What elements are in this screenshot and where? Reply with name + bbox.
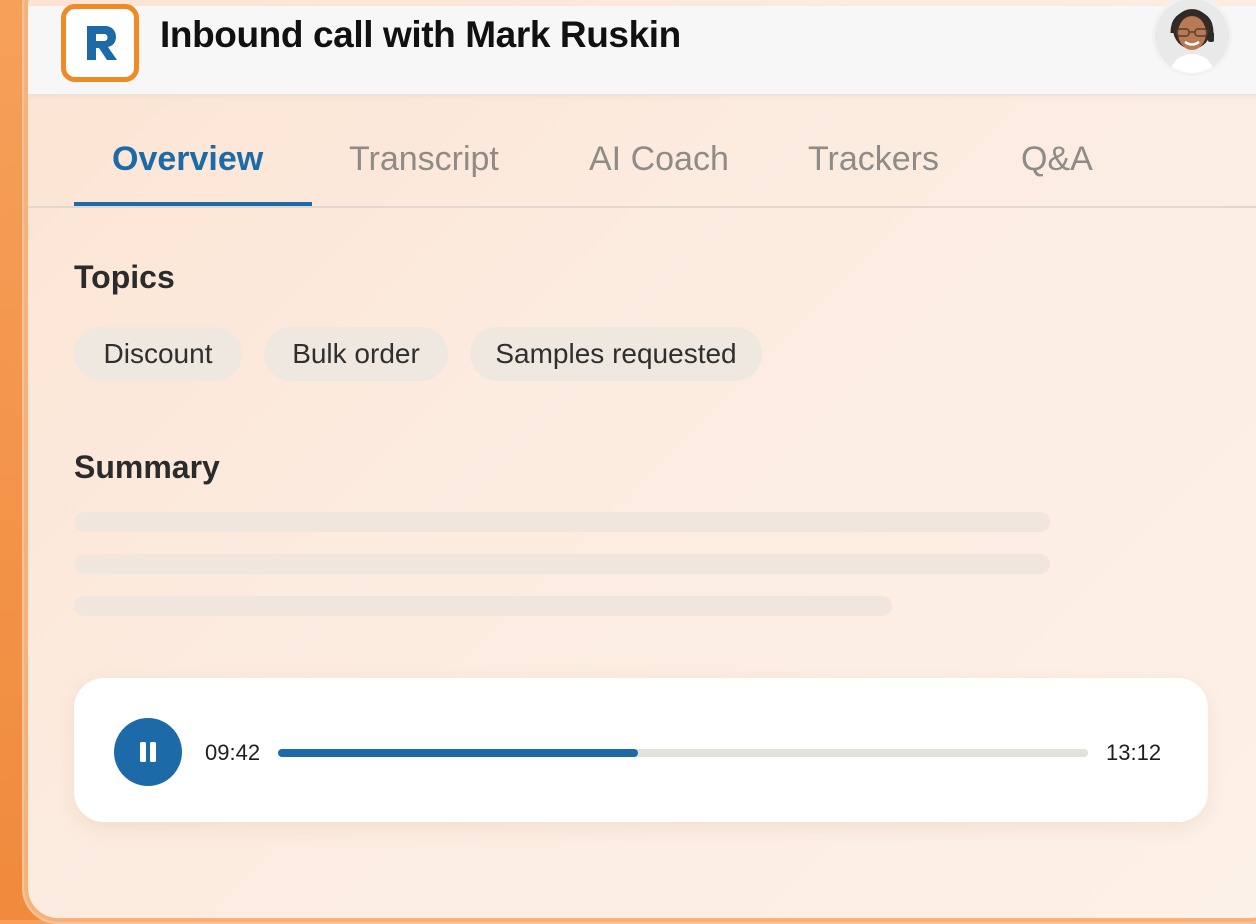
agent-avatar-icon[interactable] <box>1152 0 1232 76</box>
progress-track[interactable] <box>278 749 1088 757</box>
current-time: 09:42 <box>205 740 261 765</box>
topic-chip-discount[interactable]: Discount <box>74 327 242 381</box>
tab-overview[interactable]: Overview <box>112 140 263 179</box>
topics-heading: Topics <box>74 259 175 295</box>
pause-button[interactable] <box>114 718 182 786</box>
topic-chip-bulk-order[interactable]: Bulk order <box>264 327 448 381</box>
summary-placeholder-line <box>74 512 1050 532</box>
audio-player: 09:42 13:12 <box>74 678 1208 822</box>
tab-transcript[interactable]: Transcript <box>349 140 499 179</box>
tab-qa[interactable]: Q&A <box>1021 140 1093 179</box>
header-bar: Inbound call with Mark Ruskin <box>28 0 1256 95</box>
app-frame: Inbound call with Mark Ruskin Overview T… <box>22 0 1256 924</box>
summary-placeholder-line <box>74 554 1050 574</box>
tab-trackers[interactable]: Trackers <box>808 140 939 179</box>
summary-heading: Summary <box>74 449 220 485</box>
active-tab-indicator <box>74 202 312 206</box>
progress-fill <box>278 749 639 757</box>
total-time: 13:12 <box>1106 740 1162 765</box>
pause-icon <box>140 742 156 762</box>
page-title: Inbound call with Mark Ruskin <box>160 14 681 55</box>
tab-bar: Overview Transcript AI Coach Trackers Q&… <box>28 94 1256 208</box>
summary-placeholder-line <box>74 596 892 616</box>
app-window: Inbound call with Mark Ruskin Overview T… <box>28 0 1256 918</box>
r-logo-icon <box>61 4 139 82</box>
tab-ai-coach[interactable]: AI Coach <box>589 140 729 179</box>
topic-chip-samples-requested[interactable]: Samples requested <box>470 327 762 381</box>
